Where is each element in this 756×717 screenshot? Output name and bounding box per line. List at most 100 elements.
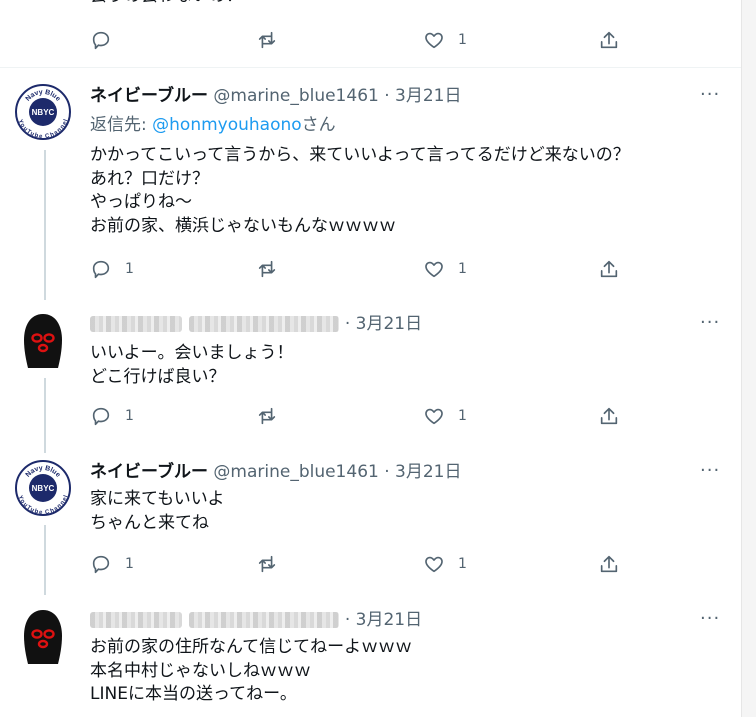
more-button[interactable]: ··· <box>700 312 720 333</box>
avatar[interactable]: Navy Blue YouTube Channel NBYC <box>15 460 71 516</box>
more-icon: ··· <box>700 460 721 481</box>
display-name[interactable]: ネイビーブルー <box>90 462 208 482</box>
tweet-actions: 1 <box>90 27 630 53</box>
tweet-header: ネイビーブルー @marine_blue1461 · 3月21日 <box>90 460 462 484</box>
separator: · <box>344 610 351 630</box>
like-count: 1 <box>458 408 467 424</box>
tweet-line: LINEに本当の送ってねー。 <box>90 684 297 704</box>
redacted-name <box>90 612 182 628</box>
scrollbar[interactable] <box>741 0 756 717</box>
redacted-handle <box>189 612 340 628</box>
reply-icon <box>92 31 110 50</box>
share-button[interactable] <box>598 551 620 577</box>
avatar[interactable]: Navy Blue YouTube Channel NBYC <box>15 84 71 140</box>
avatar[interactable] <box>15 312 71 368</box>
tweet-date[interactable]: 3月21日 <box>356 610 422 630</box>
tweet-actions: 1 1 <box>90 256 630 282</box>
like-button[interactable]: 1 <box>423 551 467 577</box>
reply-icon <box>92 407 110 426</box>
tweet-line: いいよー。会いましょう！ <box>90 343 294 363</box>
tweet-line: お前の家の住所なんて信じてねーよｗｗｗ <box>90 637 413 657</box>
tweet-date[interactable]: 3月21日 <box>356 314 422 334</box>
like-button[interactable]: 1 <box>423 403 467 429</box>
avatar[interactable] <box>15 608 71 664</box>
reply-button[interactable] <box>90 27 112 53</box>
more-button[interactable]: ··· <box>700 460 720 481</box>
retweet-icon <box>258 260 276 278</box>
more-button[interactable]: ··· <box>700 84 720 105</box>
share-icon <box>600 31 618 49</box>
user-handle[interactable]: @marine_blue1461 <box>213 86 378 106</box>
tweet-header: ネイビーブルー @marine_blue1461 · 3月21日 <box>90 84 462 108</box>
reply-icon <box>92 555 110 574</box>
retweet-icon <box>258 31 276 49</box>
retweet-button[interactable] <box>256 403 278 429</box>
share-button[interactable] <box>598 256 620 282</box>
tweet-text: かかってこいって言うから、来ていいよって言ってるだけど来ないの？ あれ？口だけ？… <box>90 144 630 238</box>
tweet-actions: 1 1 <box>90 551 630 577</box>
retweet-button[interactable] <box>256 27 278 53</box>
tweet-line: どこ行けば良い？ <box>90 366 226 387</box>
tweet-line: 本名中村じゃないしねｗｗｗ <box>90 660 311 681</box>
like-icon <box>425 261 443 278</box>
like-icon <box>425 32 443 49</box>
navy-blue-logo: Navy Blue YouTube Channel NBYC <box>15 84 71 140</box>
share-icon <box>600 407 618 425</box>
reply-to-handle-link[interactable]: @honmyouhaono <box>152 115 302 135</box>
divider <box>0 67 741 68</box>
reply-count: 1 <box>125 261 134 277</box>
replying-to: 返信先: @honmyouhaonoさん <box>90 115 336 135</box>
like-icon <box>425 556 443 573</box>
retweet-button[interactable] <box>256 551 278 577</box>
avatar-center-text: NBYC <box>32 108 55 117</box>
share-icon <box>600 260 618 278</box>
like-button[interactable]: 1 <box>423 256 467 282</box>
tweet-date[interactable]: 3月21日 <box>395 462 461 482</box>
like-count: 1 <box>458 261 467 277</box>
tweet-partial[interactable]: 会うの会わないの？ 1 <box>0 0 741 68</box>
retweet-button[interactable] <box>256 256 278 282</box>
tweet-text: いいよー。会いましょう！ どこ行けば良い？ <box>90 342 294 389</box>
redacted-name <box>90 316 182 332</box>
share-icon <box>600 555 618 573</box>
reply-count: 1 <box>125 408 134 424</box>
share-button[interactable] <box>598 27 620 53</box>
more-icon: ··· <box>700 608 721 629</box>
tweet-line: あれ？口だけ？ <box>90 168 209 189</box>
like-icon <box>425 408 443 425</box>
more-button[interactable]: ··· <box>700 608 720 629</box>
reply-count: 1 <box>125 556 134 572</box>
reply-icon <box>92 260 110 279</box>
tweet-date[interactable]: 3月21日 <box>395 86 461 106</box>
reply-button[interactable]: 1 <box>90 551 134 577</box>
tweet-text: 家に来てもいいよ ちゃんと来てね <box>90 488 224 535</box>
like-count: 1 <box>458 32 467 48</box>
tweet-line: お前の家、横浜じゃないもんなｗｗｗｗ <box>90 215 396 236</box>
tweet-header: · 3月21日 <box>90 608 422 632</box>
retweet-icon <box>258 555 276 573</box>
separator: · <box>384 86 390 106</box>
redacted-handle <box>189 316 340 332</box>
tweet[interactable]: · 3月21日 ··· いいよー。会いましょう！ どこ行けば良い？ 1 1 <box>0 312 741 447</box>
tweet-line: やっぱりね～ <box>90 192 192 212</box>
more-icon: ··· <box>700 84 721 105</box>
display-name[interactable]: ネイビーブルー <box>90 86 208 106</box>
like-count: 1 <box>458 556 467 572</box>
separator: · <box>344 314 351 334</box>
tweet[interactable]: Navy Blue YouTube Channel NBYC ネイビーブルー @… <box>0 84 741 299</box>
reply-button[interactable]: 1 <box>90 256 134 282</box>
like-button[interactable]: 1 <box>423 27 467 53</box>
tweet-text: 会うの会わないの？ <box>90 0 243 9</box>
tweet[interactable]: Navy Blue YouTube Channel NBYC ネイビーブルー @… <box>0 460 741 595</box>
share-button[interactable] <box>598 403 620 429</box>
reply-button[interactable]: 1 <box>90 403 134 429</box>
balaclava-avatar <box>24 314 62 368</box>
tweet-text: お前の家の住所なんて信じてねーよｗｗｗ 本名中村じゃないしねｗｗｗ LINEに本… <box>90 636 412 707</box>
tweet-line: ちゃんと来てね <box>90 512 209 533</box>
tweet-line: かかってこいって言うから、来ていいよって言ってるだけど来ないの？ <box>90 145 630 165</box>
tweet[interactable]: · 3月21日 ··· お前の家の住所なんて信じてねーよｗｗｗ 本名中村じゃない… <box>0 608 741 717</box>
retweet-icon <box>258 407 276 425</box>
tweet-header: · 3月21日 <box>90 312 422 336</box>
user-handle[interactable]: @marine_blue1461 <box>213 462 378 482</box>
tweet-line: 家に来てもいいよ <box>90 489 225 509</box>
